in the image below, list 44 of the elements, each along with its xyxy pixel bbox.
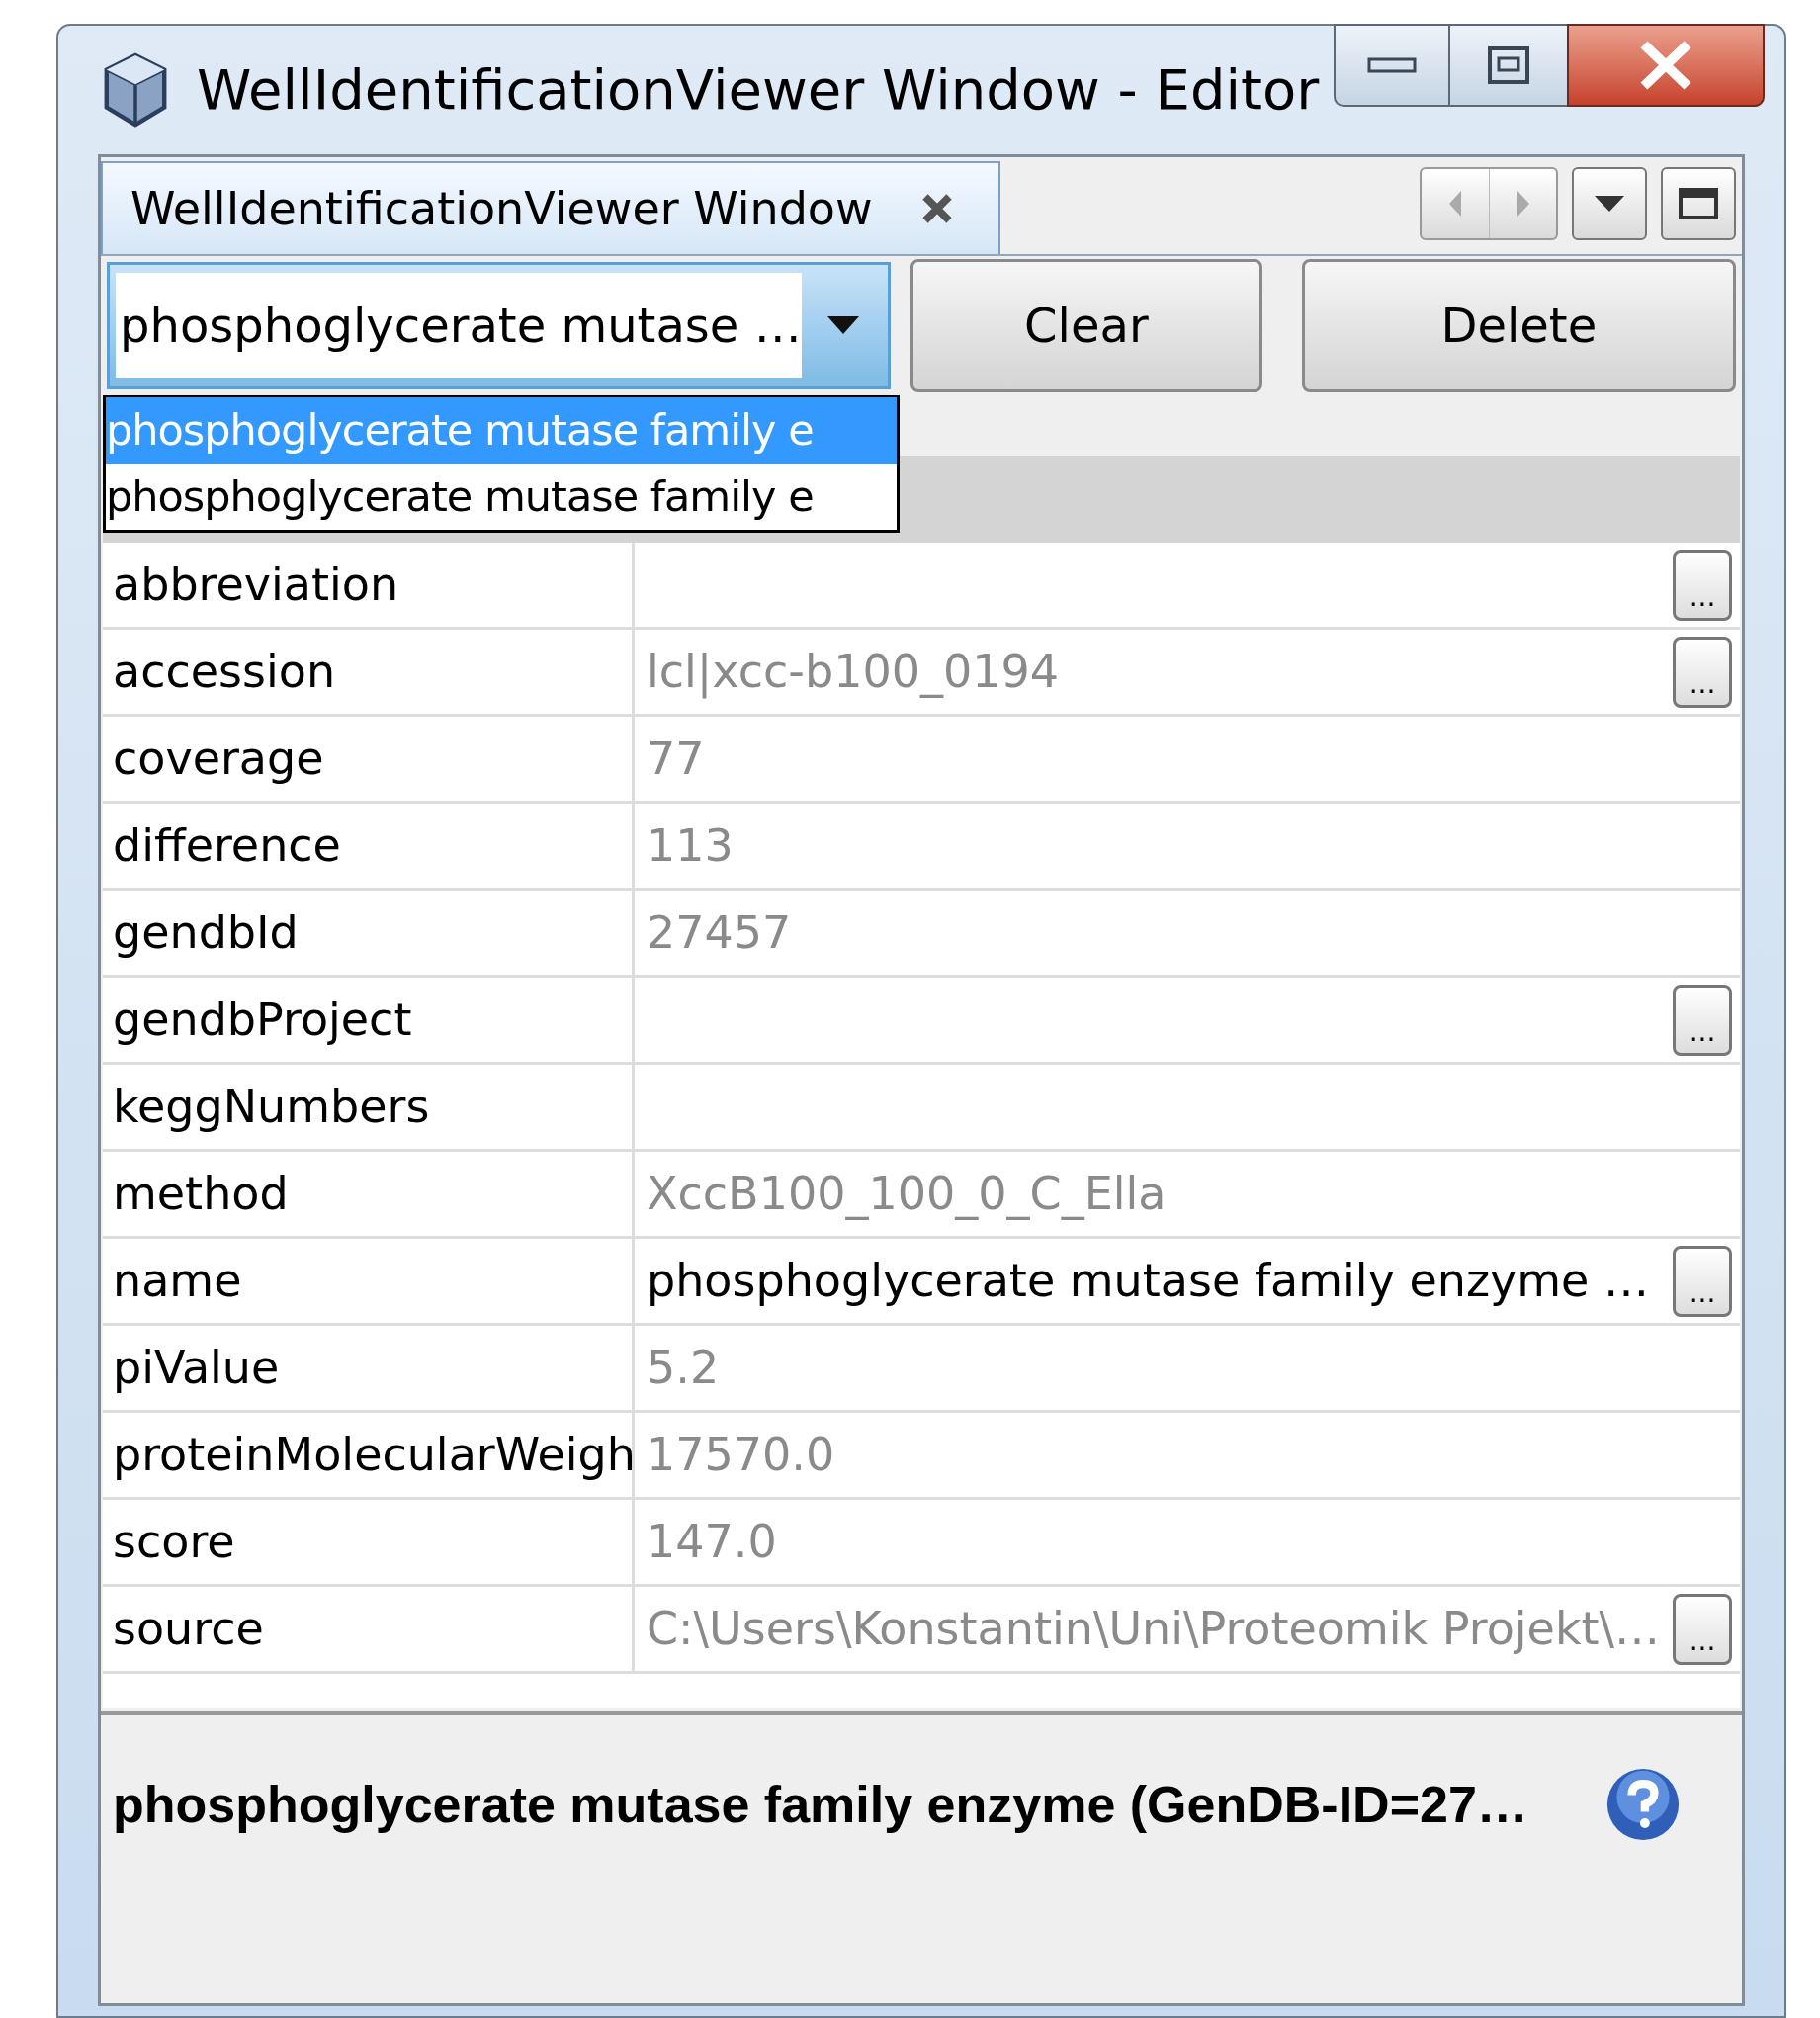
maximize-panel-button[interactable] — [1661, 167, 1736, 240]
property-value: 147.0 — [647, 1514, 777, 1570]
window-icon — [1679, 188, 1718, 219]
caret-icon — [827, 316, 859, 334]
property-name: score — [103, 1500, 635, 1584]
ellipsis-button[interactable]: ... — [1673, 549, 1732, 621]
property-name: difference — [103, 804, 635, 888]
maximize-button[interactable] — [1450, 24, 1567, 107]
tab-list-button[interactable] — [1572, 167, 1647, 240]
delete-button[interactable]: Delete — [1301, 259, 1736, 392]
property-name: keggNumbers — [103, 1065, 635, 1149]
property-value: XccB100_100_0_C_Ella — [647, 1166, 1167, 1222]
property-name: name — [103, 1239, 635, 1323]
editor-tab[interactable]: WellIdentificationViewer Window — [101, 161, 1000, 254]
property-value: 77 — [647, 731, 705, 787]
minimize-button[interactable] — [1334, 24, 1450, 107]
property-name: gendbProject — [103, 978, 635, 1062]
clear-button[interactable]: Clear — [910, 259, 1262, 392]
property-name: piValue — [103, 1326, 635, 1410]
property-name: source — [103, 1587, 635, 1671]
property-name: method — [103, 1152, 635, 1236]
property-value: 17570.0 — [647, 1427, 835, 1483]
property-value: C:\Users\Konstantin\Uni\Proteomik Projekt\… — [647, 1601, 1661, 1657]
property-name: gendbId — [103, 891, 635, 975]
property-name: coverage — [103, 717, 635, 801]
close-button[interactable] — [1567, 24, 1765, 107]
property-name: proteinMolecularWeigh — [103, 1413, 635, 1497]
ellipsis-button[interactable]: ... — [1673, 1245, 1732, 1317]
property-name: accession — [103, 630, 635, 714]
property-value: phosphoglycerate mutase family enzyme … — [647, 1253, 1650, 1309]
protein-combo-box[interactable]: phosphoglycerate mutase … — [107, 262, 891, 389]
window-title: WellIdentificationViewer Window - Editor — [197, 56, 1320, 124]
restore-icon — [1487, 45, 1530, 85]
property-value: 113 — [647, 818, 734, 874]
description-text: phosphoglycerate mutase family enzyme (GenDB-ID=27… — [113, 1775, 1528, 1835]
property-value: 27457 — [647, 905, 792, 961]
property-value: 5.2 — [647, 1340, 720, 1396]
help-icon[interactable] — [1605, 1767, 1681, 1842]
property-name: abbreviation — [103, 543, 635, 627]
minimize-icon — [1367, 55, 1417, 75]
close-icon[interactable] — [921, 194, 952, 223]
ellipsis-button[interactable]: ... — [1673, 984, 1732, 1056]
caret-icon — [1593, 194, 1626, 214]
property-value: lcl|xcc-b100_0194 — [647, 644, 1059, 701]
